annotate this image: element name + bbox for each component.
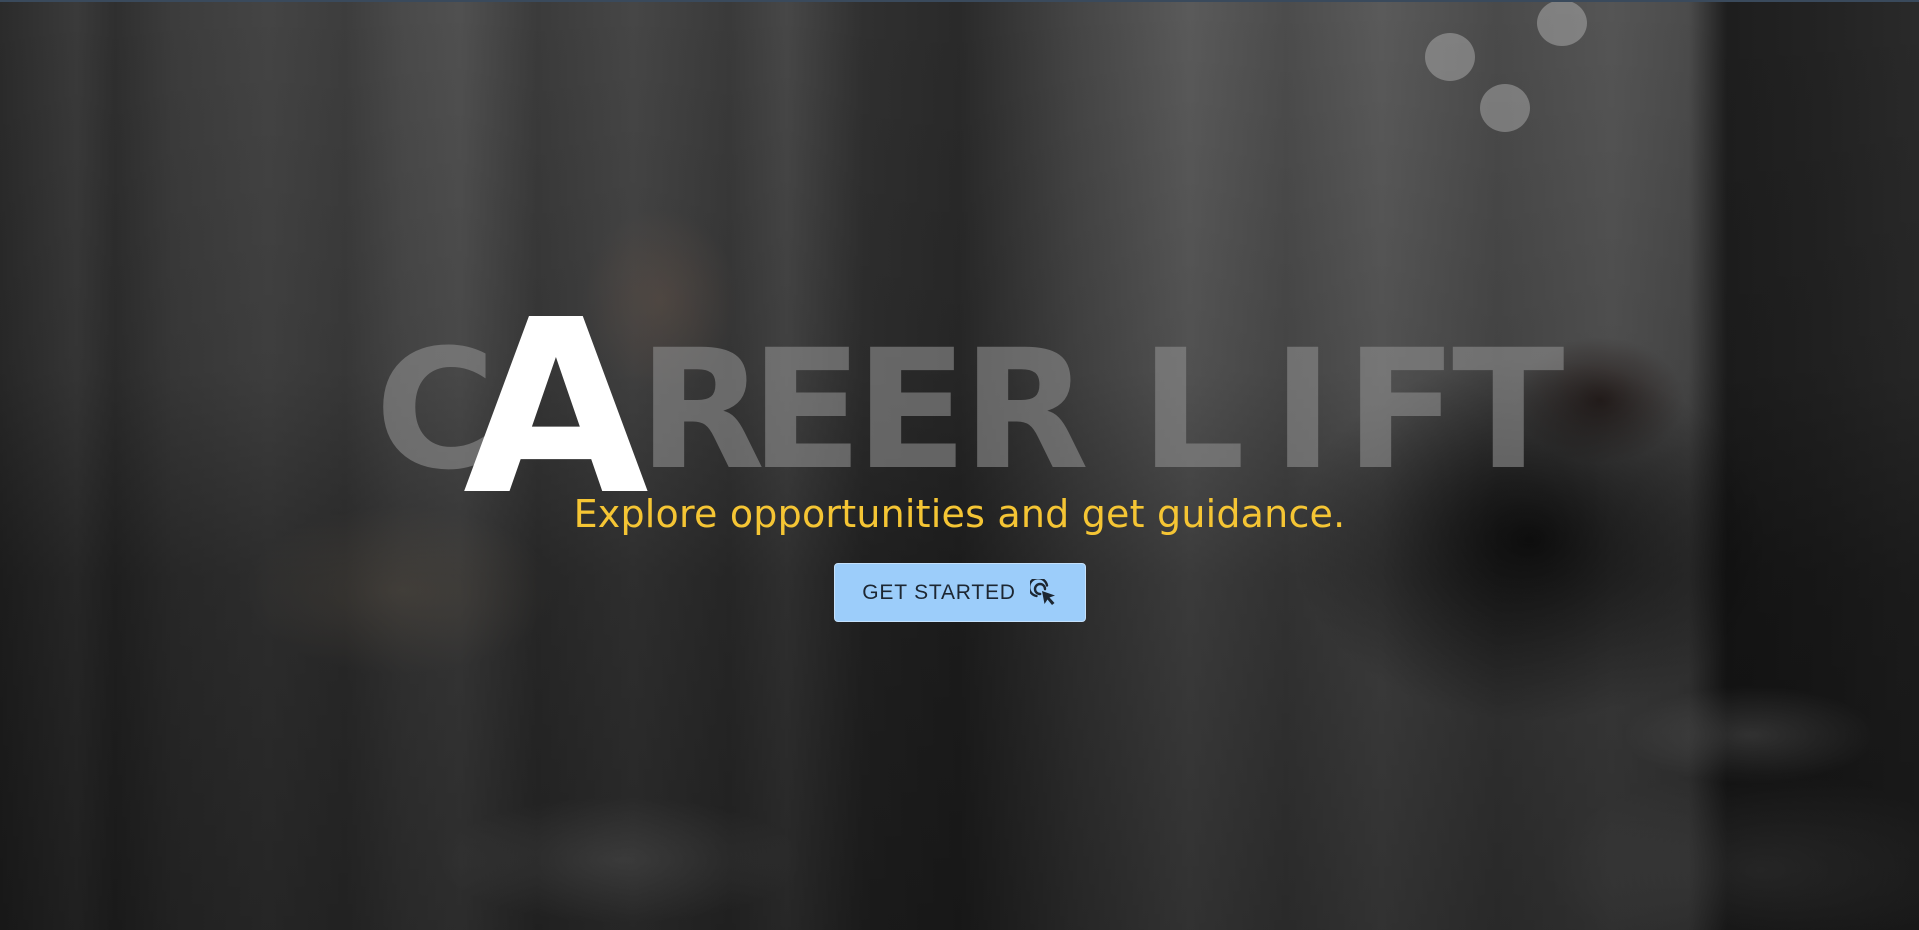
hero-section: C A R E E R L I F T Explore opportunitie… bbox=[0, 0, 1919, 930]
logo-letter: E bbox=[855, 314, 968, 506]
logo-letter: R bbox=[962, 314, 1090, 506]
logo-letter: F bbox=[1345, 314, 1458, 506]
logo-letter: L bbox=[1140, 314, 1246, 506]
logo-letter: I bbox=[1272, 314, 1334, 506]
get-started-label: GET STARTED bbox=[862, 580, 1016, 604]
logo-letter: T bbox=[1452, 314, 1565, 506]
logo-letter: R bbox=[638, 314, 766, 506]
get-started-button[interactable]: GET STARTED bbox=[834, 563, 1086, 622]
top-border bbox=[0, 0, 1919, 2]
brand-logo: C A R E E R L I F T bbox=[375, 288, 1565, 528]
hero-tagline: Explore opportunities and get guidance. bbox=[573, 492, 1346, 536]
logo-letter: E bbox=[750, 314, 863, 506]
cursor-click-icon bbox=[1027, 576, 1058, 607]
